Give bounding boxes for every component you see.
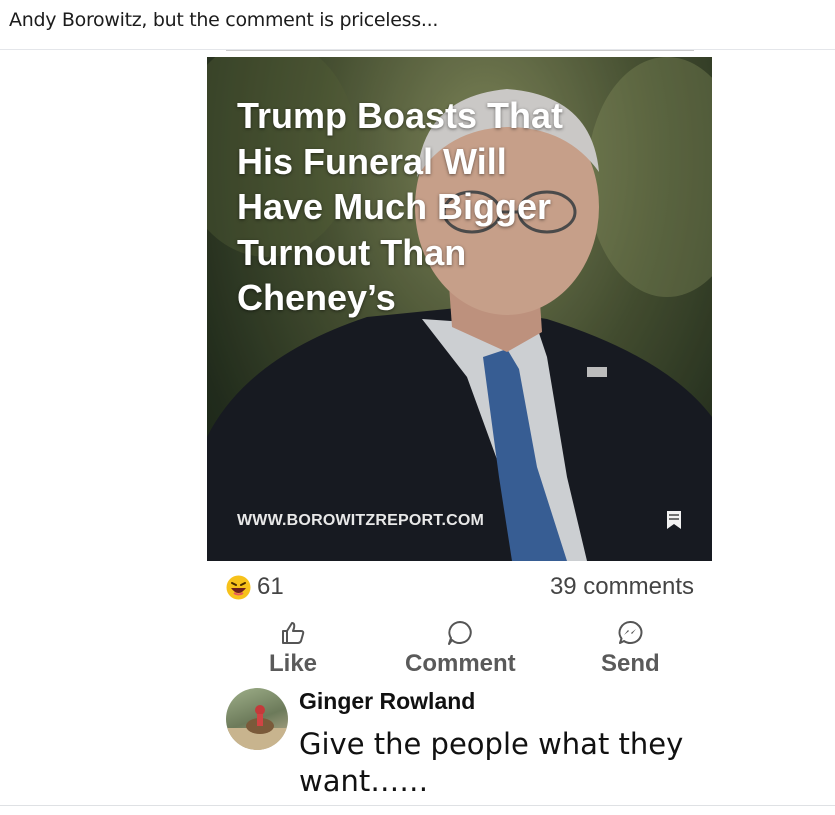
article-image[interactable]: Trump Boasts That His Funeral Will Have … bbox=[207, 57, 712, 561]
comment-label: Comment bbox=[405, 650, 516, 677]
bottom-divider bbox=[0, 805, 835, 806]
post-stats: 61 39 comments bbox=[226, 573, 694, 603]
shared-screenshot[interactable]: Trump Boasts That His Funeral Will Have … bbox=[207, 50, 712, 805]
article-watermark: WWW.BOROWITZREPORT.COM bbox=[237, 512, 485, 529]
bookmark-icon[interactable] bbox=[666, 510, 682, 530]
send-button[interactable]: Send bbox=[601, 620, 660, 678]
comment-bubble-icon bbox=[448, 621, 472, 645]
action-bar: Like Comment Send bbox=[207, 620, 712, 682]
commenter-name[interactable]: Ginger Rowland bbox=[299, 688, 475, 715]
comments-count[interactable]: 39 comments bbox=[550, 573, 694, 601]
article-headline: Trump Boasts That His Funeral Will Have … bbox=[237, 95, 564, 318]
comment-text: Give the people what they want…… bbox=[299, 727, 684, 798]
like-button[interactable]: Like bbox=[269, 620, 317, 678]
avatar[interactable] bbox=[226, 688, 288, 750]
comment-button[interactable]: Comment bbox=[405, 620, 516, 678]
post-caption: Andy Borowitz, but the comment is pricel… bbox=[9, 9, 439, 31]
reaction-count: 61 bbox=[257, 573, 284, 600]
reaction-summary[interactable]: 61 bbox=[226, 573, 284, 601]
thumbs-up-icon bbox=[282, 622, 305, 644]
send-label: Send bbox=[601, 650, 660, 677]
laugh-reaction-icon bbox=[226, 575, 251, 599]
like-label: Like bbox=[269, 650, 318, 677]
messenger-icon bbox=[618, 620, 643, 644]
screenshot-top-edge bbox=[226, 50, 694, 51]
